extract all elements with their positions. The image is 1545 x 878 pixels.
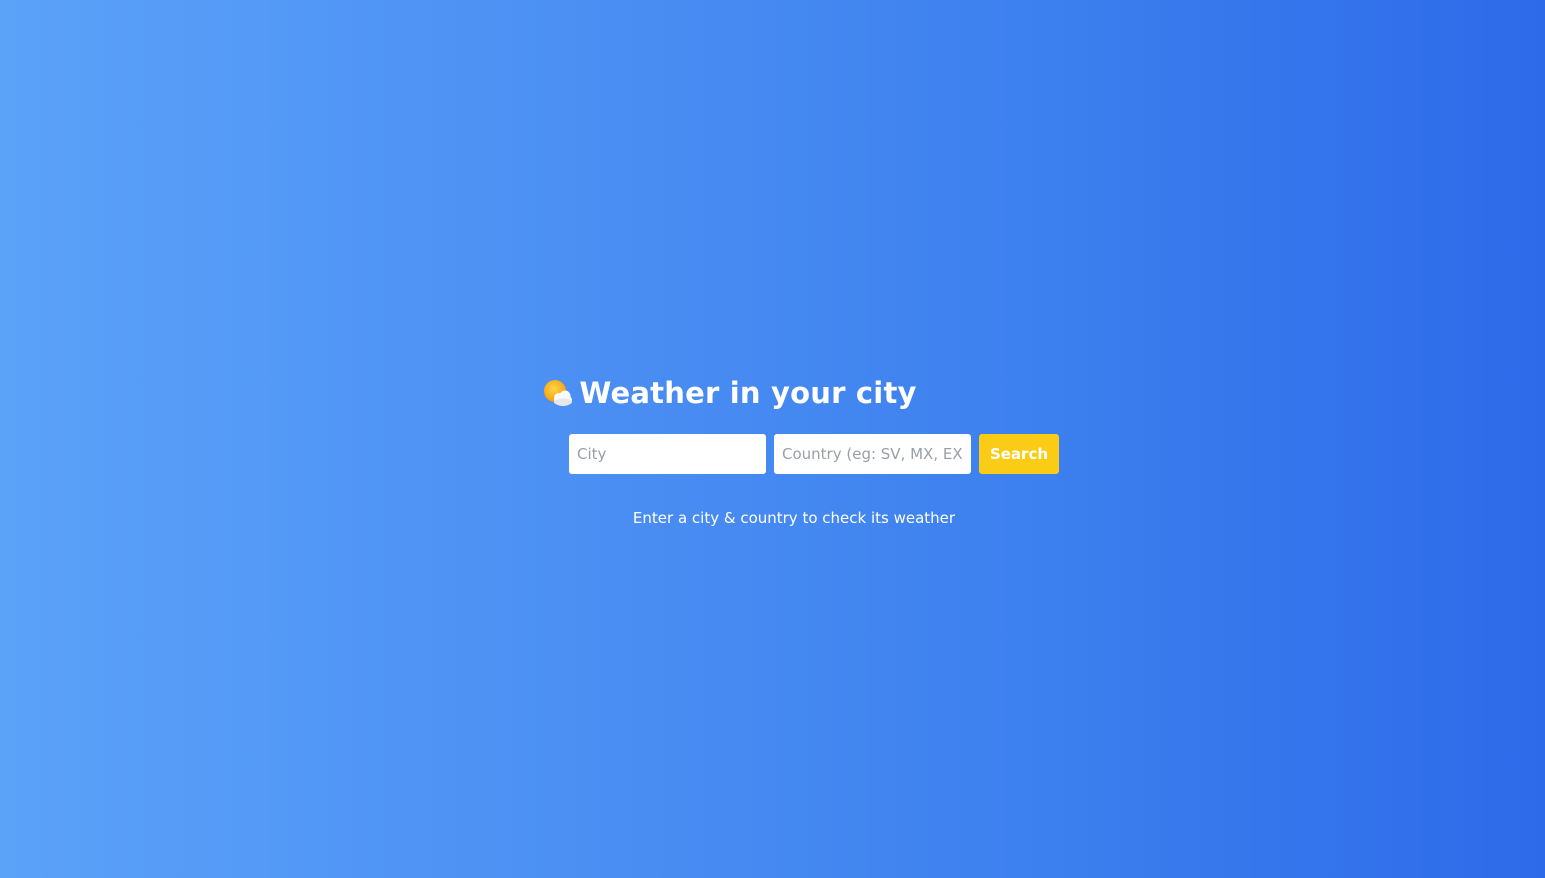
country-input[interactable] bbox=[774, 434, 971, 474]
search-button[interactable]: Search bbox=[979, 434, 1059, 474]
search-form: Search bbox=[569, 434, 1059, 474]
title-group: Weather in your city bbox=[542, 376, 916, 410]
page-title: Weather in your city bbox=[579, 376, 917, 410]
page-header: Weather in your city bbox=[0, 371, 1545, 415]
status-message: Enter a city & country to check its weat… bbox=[632, 509, 956, 527]
weather-app: Weather in your city Search Enter a city… bbox=[0, 0, 1545, 878]
sun-behind-cloud-icon bbox=[542, 377, 574, 409]
city-input[interactable] bbox=[569, 434, 766, 474]
